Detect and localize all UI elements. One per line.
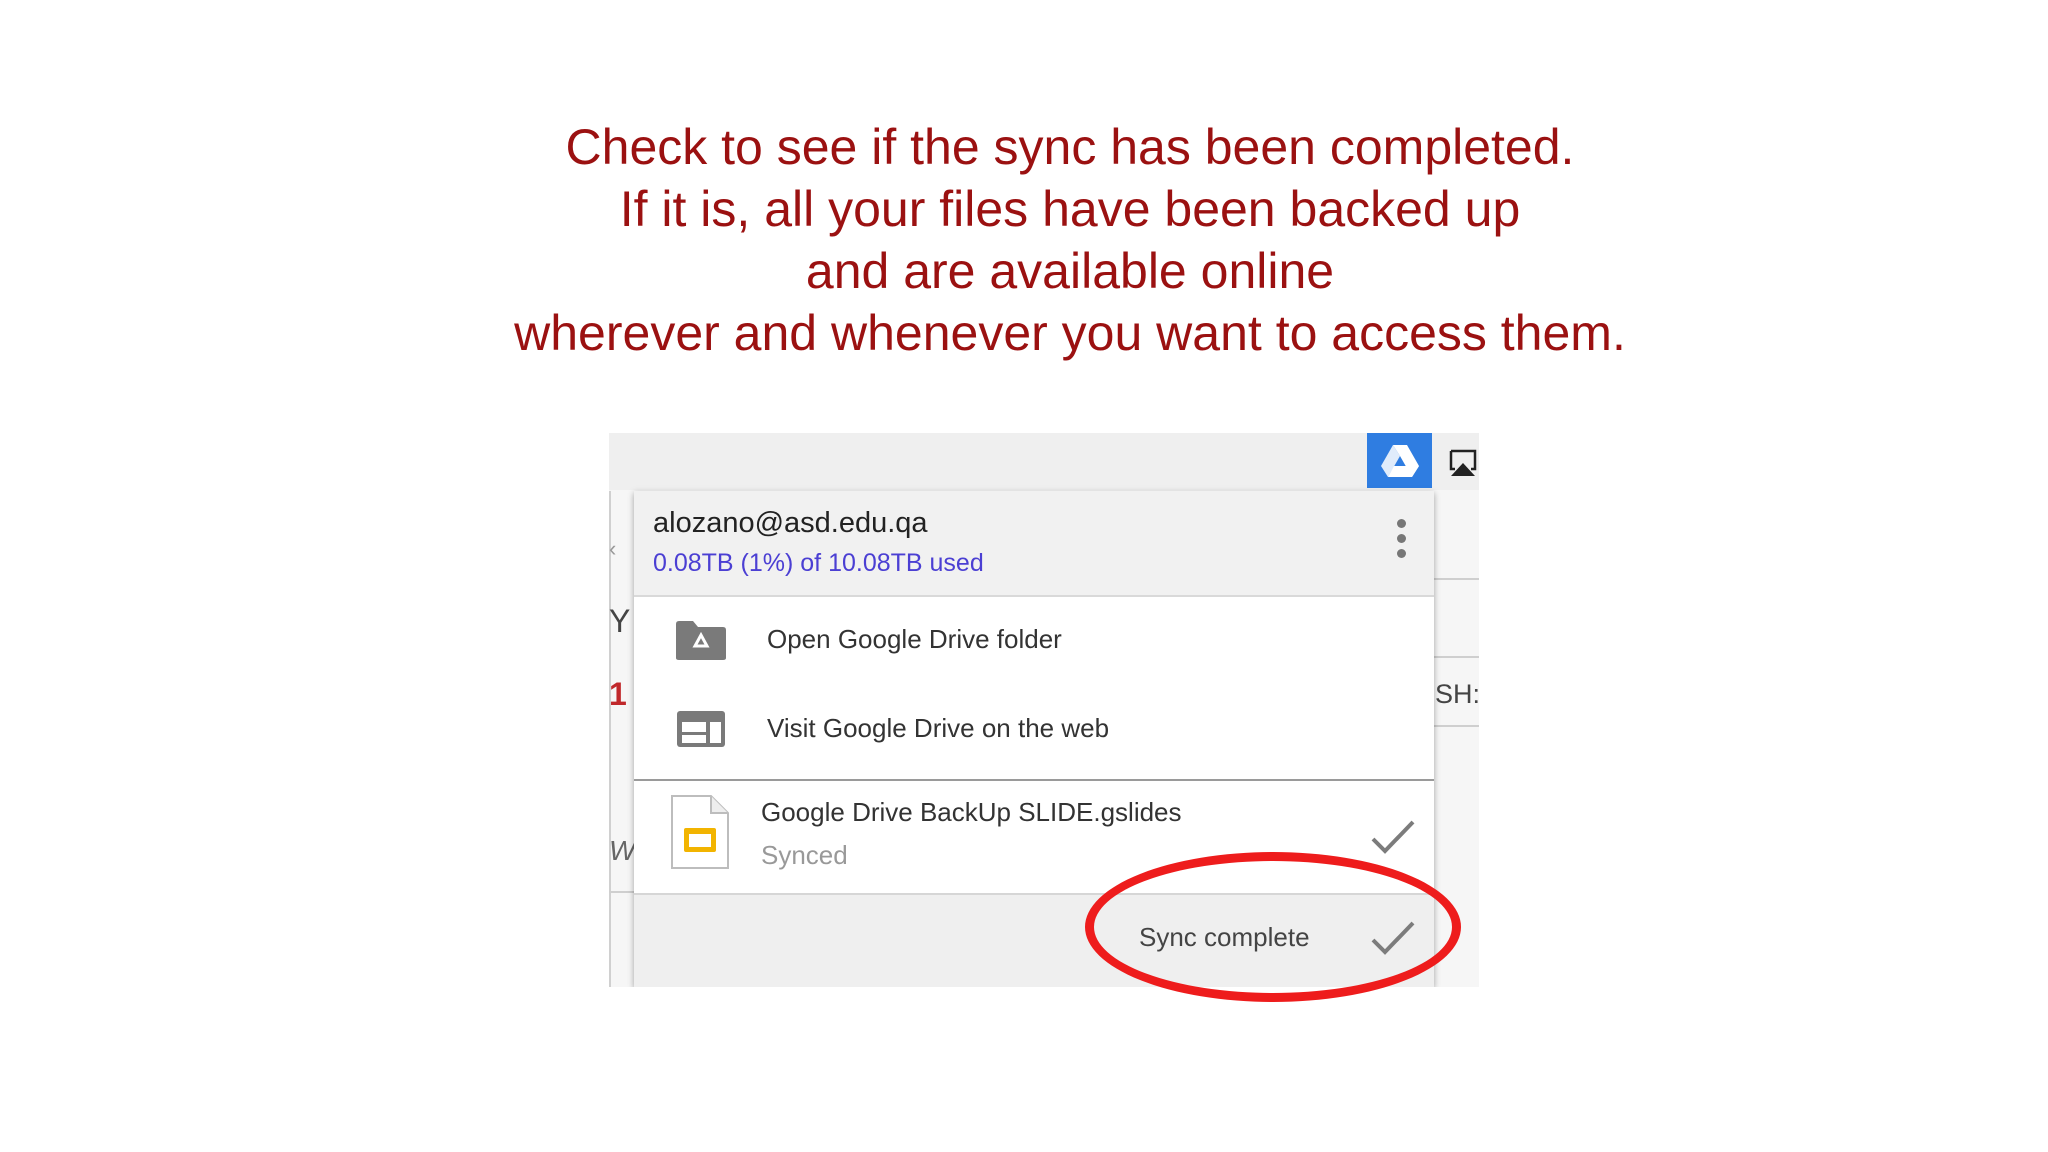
background-divider (609, 491, 611, 987)
background-chevron-icon: ‹ (609, 536, 617, 561)
google-drive-icon (1380, 444, 1419, 477)
background-divider (1434, 725, 1479, 727)
instruction-caption: Check to see if the sync has been comple… (0, 116, 2048, 364)
background-divider (1434, 656, 1479, 658)
google-drive-menubar-button[interactable] (1367, 433, 1432, 488)
account-header: alozano@asd.edu.qa 0.08TB (1%) of 10.08T… (634, 491, 1434, 597)
caption-line: If it is, all your files have been backe… (619, 181, 1521, 237)
menu-item-label: Open Google Drive folder (767, 624, 1062, 654)
checkmark-icon (1371, 820, 1415, 854)
caption-line: Check to see if the sync has been comple… (565, 119, 1575, 175)
background-divider (1434, 578, 1479, 580)
menu-bar (609, 433, 1479, 490)
caption-line: and are available online (805, 243, 1335, 299)
browser-window-icon (677, 711, 725, 747)
file-status: Synced (761, 840, 848, 870)
highlight-ring (1085, 852, 1461, 1002)
background-fragment: SH: (1435, 679, 1479, 709)
menu-item-open-drive-folder[interactable]: Open Google Drive folder (634, 596, 1434, 682)
menu-item-visit-drive-web[interactable]: Visit Google Drive on the web (634, 685, 1434, 771)
file-name: Google Drive BackUp SLIDE.gslides (761, 797, 1182, 827)
account-email: alozano@asd.edu.qa (653, 507, 928, 539)
caption-line: wherever and whenever you want to access… (514, 305, 1626, 361)
background-fragment: 1 (609, 676, 627, 712)
google-slides-file-icon (671, 795, 729, 869)
airplay-icon[interactable] (1449, 443, 1479, 483)
background-divider (609, 891, 634, 893)
background-fragment: Y (609, 603, 631, 639)
menu-item-label: Visit Google Drive on the web (767, 713, 1110, 743)
storage-usage: 0.08TB (1%) of 10.08TB used (653, 549, 984, 577)
section-divider (634, 779, 1434, 781)
more-options-icon[interactable] (1394, 519, 1408, 567)
drive-folder-icon (676, 621, 726, 660)
